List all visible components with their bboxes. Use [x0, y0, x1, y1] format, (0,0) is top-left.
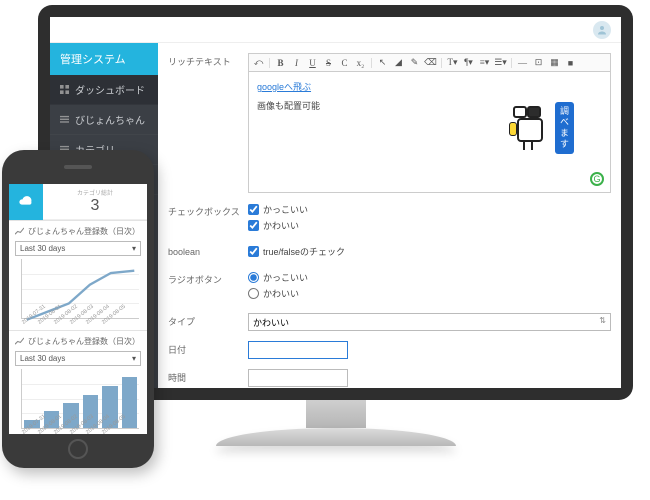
dashboard-icon — [60, 85, 69, 94]
phone-brand-icon[interactable] — [9, 184, 43, 220]
phone-stat: カテゴリ総計 3 — [43, 184, 147, 220]
rte-textstyle-button[interactable]: T▾ — [447, 57, 458, 68]
range-select[interactable]: Last 30 days ▾ — [15, 241, 141, 256]
rte-sample-link[interactable]: googleへ飛ぶ — [257, 82, 311, 92]
phone-screen: カテゴリ総計 3 びじょんちゃん登録数（日次） Last 30 days ▾ 2… — [9, 184, 147, 434]
rte-list-button[interactable]: ☰▾ — [495, 57, 506, 68]
rte-bold-button[interactable]: B — [275, 57, 286, 68]
form-area: リッチテキスト ⤺ B I U S C — [158, 43, 621, 388]
stat-value: 3 — [91, 197, 100, 215]
label-time: 時間 — [168, 369, 248, 384]
rte-fill-icon[interactable]: ◢ — [393, 57, 404, 68]
radio-input[interactable] — [248, 288, 259, 299]
row-radio: ラジオボタン かっこいい かわいい — [168, 271, 611, 303]
radio-opt-1[interactable]: かわいい — [248, 287, 611, 300]
checkbox-input[interactable] — [248, 220, 259, 231]
x-axis-labels: 2019-07-312019-08-012019-08-022019-08-03… — [15, 431, 141, 434]
phone-panel-bar: びじょんちゃん登録数（日次） Last 30 days ▾ 2019-07-31… — [9, 330, 147, 434]
rte-clear-icon[interactable]: ⌫ — [425, 57, 436, 68]
rte-image-icon[interactable]: ⊡ — [533, 57, 544, 68]
chevron-down-icon: ▾ — [132, 244, 136, 253]
rte-video-icon[interactable]: ■ — [565, 57, 576, 68]
stat-label: カテゴリ総計 — [77, 188, 113, 197]
phone-panel-line: びじょんちゃん登録数（日次） Last 30 days ▾ 2019-07-31… — [9, 220, 147, 330]
speech-bubble: 調べます — [555, 102, 574, 154]
app-bar — [50, 17, 621, 43]
rte-undo-icon[interactable]: ⤺ — [253, 57, 264, 68]
rte-code-button[interactable]: C — [339, 57, 350, 68]
time-input[interactable] — [248, 369, 348, 387]
rte-hr-button[interactable]: — — [517, 57, 528, 68]
rte-table-icon[interactable]: ▦ — [549, 57, 560, 68]
date-input[interactable] — [248, 341, 348, 359]
row-date: 日付 — [168, 341, 611, 359]
rte-body[interactable]: googleへ飛ぶ 画像も配置可能 調べます — [249, 72, 610, 192]
user-icon — [596, 24, 608, 36]
list-icon — [60, 115, 69, 124]
avatar[interactable] — [593, 21, 611, 39]
row-type: タイプ ⇅ — [168, 313, 611, 331]
phone-speaker — [64, 165, 92, 169]
row-checkbox: チェックボックス かっこいい かわいい — [168, 203, 611, 235]
sidebar-item-label: びじょんちゃん — [75, 112, 145, 127]
phone-mockup: カテゴリ総計 3 びじょんちゃん登録数（日次） Last 30 days ▾ 2… — [2, 150, 154, 468]
checkbox-opt-1[interactable]: かわいい — [248, 219, 611, 232]
grammarly-icon[interactable]: G — [590, 172, 604, 186]
sidebar-title: 管理システム — [50, 43, 158, 75]
panel-title: びじょんちゃん登録数（日次） — [15, 336, 141, 347]
rich-text-editor: ⤺ B I U S C x₂ ↖ ◢ — [248, 53, 611, 193]
panel-title: びじょんちゃん登録数（日次） — [15, 226, 141, 237]
label-richtext: リッチテキスト — [168, 53, 248, 68]
row-boolean: boolean true/falseのチェック — [168, 245, 611, 261]
label-type: タイプ — [168, 313, 248, 328]
label-boolean: boolean — [168, 245, 248, 257]
checkbox-input[interactable] — [248, 204, 259, 215]
checkbox-input[interactable] — [248, 246, 259, 257]
sidebar-item-label: ダッシュボード — [75, 82, 145, 97]
row-time: 時間 — [168, 369, 611, 387]
rte-paragraph-button[interactable]: ¶▾ — [463, 57, 474, 68]
chart-line-icon — [15, 227, 24, 236]
owl-icon — [509, 104, 549, 152]
checkbox-opt-0[interactable]: かっこいい — [248, 203, 611, 216]
rte-underline-button[interactable]: U — [307, 57, 318, 68]
radio-input[interactable] — [248, 272, 259, 283]
rte-cursor-icon[interactable]: ↖ — [377, 57, 388, 68]
label-date: 日付 — [168, 341, 248, 356]
boolean-opt[interactable]: true/falseのチェック — [248, 245, 611, 258]
row-richtext: リッチテキスト ⤺ B I U S C — [168, 53, 611, 193]
rte-illustration: 調べます — [509, 102, 574, 154]
rte-sub-button[interactable]: x₂ — [355, 57, 366, 68]
monitor-base — [216, 428, 456, 446]
rte-highlight-icon[interactable]: ✎ — [409, 57, 420, 68]
radio-opt-0[interactable]: かっこいい — [248, 271, 611, 284]
phone-header: カテゴリ総計 3 — [9, 184, 147, 220]
rte-strike-button[interactable]: S — [323, 57, 334, 68]
chart-line-icon — [15, 337, 24, 346]
rte-toolbar: ⤺ B I U S C x₂ ↖ ◢ — [249, 54, 610, 72]
rte-italic-button[interactable]: I — [291, 57, 302, 68]
sidebar-item-dashboard[interactable]: ダッシュボード — [50, 75, 158, 105]
cloud-icon — [18, 194, 34, 210]
phone-home-button[interactable] — [68, 439, 88, 459]
sidebar-item-bijon[interactable]: びじょんちゃん — [50, 105, 158, 135]
range-select[interactable]: Last 30 days ▾ — [15, 351, 141, 366]
rte-align-button[interactable]: ≡▾ — [479, 57, 490, 68]
type-select[interactable] — [248, 313, 611, 331]
monitor-neck — [306, 400, 366, 428]
chevron-updown-icon: ⇅ — [599, 316, 606, 325]
label-radio: ラジオボタン — [168, 271, 248, 286]
chevron-down-icon: ▾ — [132, 354, 136, 363]
label-checkbox: チェックボックス — [168, 203, 248, 218]
